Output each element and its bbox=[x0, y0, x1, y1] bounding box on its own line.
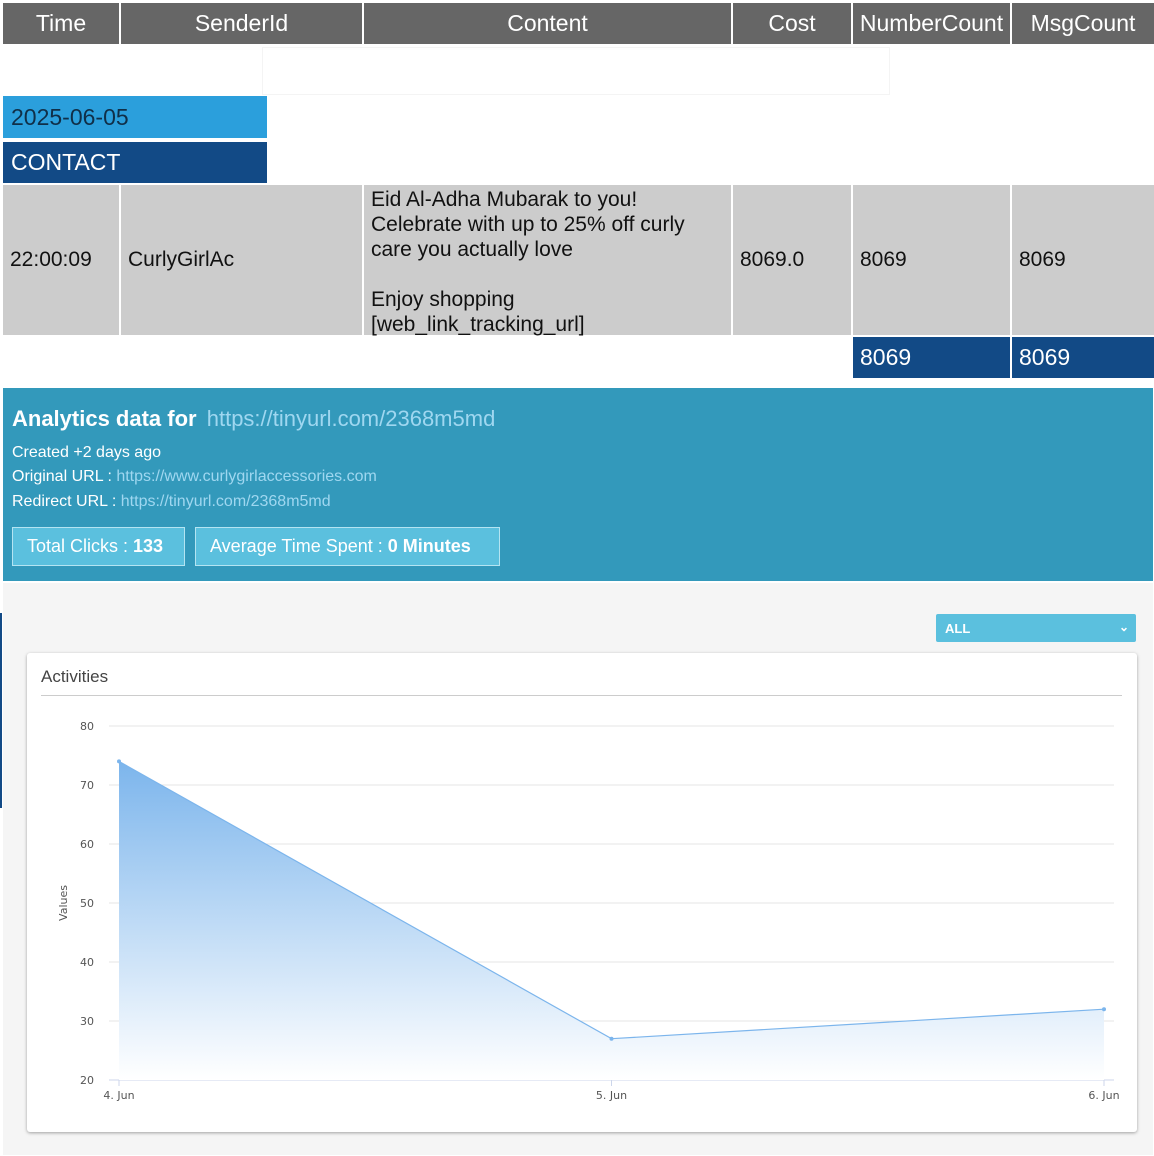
y-tick-label: 60 bbox=[80, 838, 94, 851]
empty-panel bbox=[262, 47, 890, 95]
analytics-title: Analytics data for https://tinyurl.com/2… bbox=[12, 406, 495, 432]
original-url-label: Original URL : bbox=[12, 468, 117, 485]
analytics-title-prefix: Analytics data for bbox=[12, 406, 197, 431]
total-msg-count: 8069 bbox=[1012, 337, 1154, 378]
y-axis-label: Values bbox=[57, 885, 70, 921]
cell-msg-count: 8069 bbox=[1012, 185, 1154, 335]
original-url-link[interactable]: https://www.curlygirlaccessories.com bbox=[116, 468, 377, 485]
category-row: CONTACT bbox=[3, 142, 267, 183]
cell-cost: 8069.0 bbox=[733, 185, 851, 335]
total-clicks-label: Total Clicks : bbox=[27, 536, 129, 556]
cell-time: 22:00:09 bbox=[3, 185, 119, 335]
y-tick-label: 30 bbox=[80, 1015, 94, 1028]
range-select[interactable]: ALL ⌄ bbox=[936, 614, 1136, 642]
created-text: Created +2 days ago bbox=[12, 444, 161, 461]
data-point[interactable] bbox=[1102, 1007, 1106, 1012]
x-tick-label: 5. Jun bbox=[596, 1089, 627, 1102]
avg-time-badge[interactable]: Average Time Spent : 0 Minutes bbox=[195, 527, 500, 566]
short-url-link[interactable]: https://tinyurl.com/2368m5md bbox=[207, 406, 496, 431]
original-url-line: Original URL : https://www.curlygirlacce… bbox=[12, 468, 377, 486]
date-group-row: 2025-06-05 bbox=[3, 96, 267, 138]
total-number-count: 8069 bbox=[853, 337, 1010, 378]
col-header-numbercount: NumberCount bbox=[853, 3, 1010, 44]
y-tick-label: 50 bbox=[80, 897, 94, 910]
range-select-value: ALL bbox=[945, 620, 971, 636]
redirect-url-line: Redirect URL : https://tinyurl.com/2368m… bbox=[12, 493, 331, 511]
data-point[interactable] bbox=[609, 1036, 614, 1041]
y-tick-label: 80 bbox=[80, 720, 94, 733]
y-tick-label: 70 bbox=[80, 779, 94, 792]
cell-content: Eid Al-Adha Mubarak to you! Celebrate wi… bbox=[364, 185, 731, 336]
y-tick-label: 20 bbox=[80, 1074, 94, 1087]
analytics-panel: Analytics data for https://tinyurl.com/2… bbox=[3, 388, 1153, 581]
series-area bbox=[119, 761, 1104, 1080]
y-axis-ticks: 20 30 40 50 60 70 80 bbox=[80, 720, 94, 1087]
total-clicks-value: 133 bbox=[133, 536, 164, 556]
col-header-senderid: SenderId bbox=[121, 3, 362, 44]
left-edge-bar bbox=[0, 613, 2, 808]
total-clicks-badge[interactable]: Total Clicks : 133 bbox=[12, 527, 185, 566]
cell-sender: CurlyGirlAc bbox=[121, 185, 362, 335]
col-header-time: Time bbox=[3, 3, 119, 44]
col-header-msgcount: MsgCount bbox=[1012, 3, 1154, 44]
chart-section: ALL ⌄ Activities 20 30 40 50 60 70 80 Values 4… bbox=[3, 583, 1153, 1155]
x-tick-label: 6. Jun bbox=[1088, 1089, 1119, 1102]
activities-card: Activities 20 30 40 50 60 70 80 Values 4. Jun 5… bbox=[27, 653, 1137, 1132]
message-content: Eid Al-Adha Mubarak to you! Celebrate wi… bbox=[371, 188, 685, 336]
activities-chart: 20 30 40 50 60 70 80 Values 4. Jun 5. Jun 6. Jun bbox=[57, 720, 1120, 1102]
avg-time-label: Average Time Spent : bbox=[210, 536, 383, 556]
redirect-url-label: Redirect URL : bbox=[12, 493, 121, 510]
x-tick-label: 4. Jun bbox=[103, 1089, 134, 1102]
col-header-content: Content bbox=[364, 3, 731, 44]
x-axis-ticks: 4. Jun 5. Jun 6. Jun bbox=[103, 1080, 1120, 1102]
avg-time-value: 0 Minutes bbox=[387, 536, 471, 556]
data-point[interactable] bbox=[117, 759, 121, 764]
y-tick-label: 40 bbox=[80, 956, 94, 969]
col-header-cost: Cost bbox=[733, 3, 851, 44]
chevron-down-icon: ⌄ bbox=[1118, 620, 1129, 634]
redirect-url-link[interactable]: https://tinyurl.com/2368m5md bbox=[121, 493, 331, 510]
cell-number-count: 8069 bbox=[853, 185, 1010, 335]
